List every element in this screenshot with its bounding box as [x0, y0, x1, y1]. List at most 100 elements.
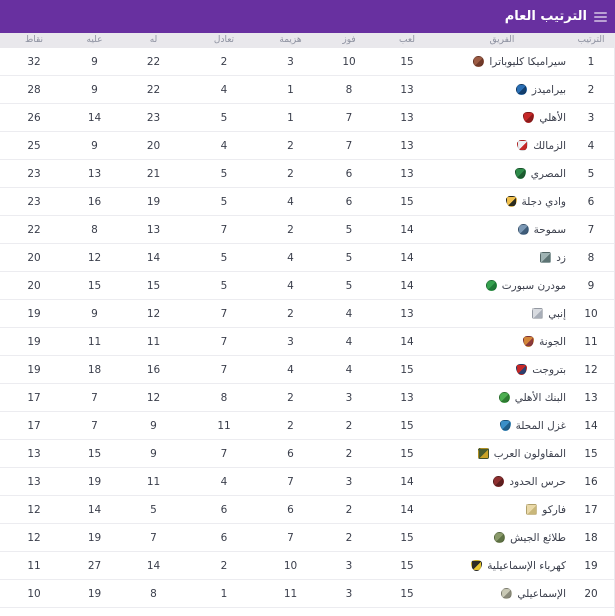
draw-value: 5: [187, 243, 261, 272]
points-value: 19: [0, 299, 69, 328]
played-value: 15: [378, 355, 436, 384]
standings-body: 1 سيراميكا كليوباترا 15 10 3 2 22 9 32 2…: [0, 48, 614, 616]
team-name: حرس الحدود: [509, 475, 566, 488]
table-row[interactable]: 2 بيراميدز 13 8 1 4 22 9 28: [0, 75, 614, 104]
team-name: بتروجت: [532, 363, 566, 376]
loss-value: 1: [261, 103, 320, 132]
team-logo-icon: [477, 448, 489, 459]
table-row[interactable]: 19 كهرباء الإسماعيلية 15 3 10 2 14 27 11: [0, 551, 614, 580]
table-row[interactable]: 1 سيراميكا كليوباترا 15 10 3 2 22 9 32: [0, 48, 614, 76]
table-row[interactable]: 11 الجونة 14 4 3 7 11 11 19: [0, 327, 614, 356]
rank-value: 3: [568, 103, 614, 132]
rank-value: 10: [568, 299, 614, 328]
played-value: 15: [378, 187, 436, 216]
points-value: 20: [0, 271, 69, 300]
draw-value: 5: [187, 271, 261, 300]
column-header: نقاط: [0, 33, 69, 48]
win-value: 10: [320, 48, 378, 76]
table-row[interactable]: 15 المقاولون العرب 15 2 6 7 9 15 13: [0, 439, 614, 468]
table-row[interactable]: 5 المصري 13 6 2 5 21 13 23: [0, 159, 614, 188]
goals-against-value: 7: [69, 411, 120, 440]
draw-value: 6: [187, 523, 261, 552]
played-value: 13: [378, 159, 436, 188]
team-name: سموحة: [533, 223, 566, 236]
table-row[interactable]: 8 زد 14 5 4 5 14 12 20: [0, 243, 614, 272]
goals-against-value: 15: [69, 271, 120, 300]
team-cell: إنبي: [436, 299, 568, 328]
team-cell: سيراميكا كليوباترا: [436, 48, 568, 76]
menu-icon[interactable]: [594, 10, 607, 24]
goals-for-value: 9: [120, 607, 187, 616]
team-logo-icon: [514, 168, 526, 179]
table-row[interactable]: 17 فاركو 14 2 6 6 5 14 12: [0, 495, 614, 524]
table-row[interactable]: 21 الاتحاد السكندري 14 2 10 2 9 22 8: [0, 607, 614, 616]
table-row[interactable]: 20 الإسماعيلي 15 3 11 1 8 19 10: [0, 579, 614, 608]
played-value: 14: [378, 327, 436, 356]
loss-value: 2: [261, 131, 320, 160]
goals-against-value: 18: [69, 355, 120, 384]
table-row[interactable]: 4 الزمالك 13 7 2 4 20 9 25: [0, 131, 614, 160]
points-value: 23: [0, 187, 69, 216]
draw-value: 4: [187, 467, 261, 496]
column-header: الفريق: [436, 33, 568, 48]
loss-value: 4: [261, 355, 320, 384]
goals-against-value: 11: [69, 327, 120, 356]
played-value: 15: [378, 439, 436, 468]
table-row[interactable]: 12 بتروجت 15 4 4 7 16 18 19: [0, 355, 614, 384]
played-value: 15: [378, 411, 436, 440]
win-value: 2: [320, 495, 378, 524]
table-row[interactable]: 14 غزل المحلة 15 2 2 11 9 7 17: [0, 411, 614, 440]
draw-value: 7: [187, 215, 261, 244]
draw-value: 5: [187, 187, 261, 216]
goals-for-value: 9: [120, 411, 187, 440]
draw-value: 11: [187, 411, 261, 440]
played-value: 14: [378, 243, 436, 272]
win-value: 2: [320, 523, 378, 552]
loss-value: 4: [261, 271, 320, 300]
goals-for-value: 11: [120, 327, 187, 356]
win-value: 7: [320, 103, 378, 132]
table-row[interactable]: 3 الأهلي 13 7 1 5 23 14 26: [0, 103, 614, 132]
team-cell: حرس الحدود: [436, 467, 568, 496]
column-header: لعب: [378, 33, 436, 48]
win-value: 8: [320, 75, 378, 104]
table-row[interactable]: 13 البنك الأهلي 13 3 2 8 12 7 17: [0, 383, 614, 412]
played-value: 14: [378, 271, 436, 300]
loss-value: 1: [261, 75, 320, 104]
team-cell: فاركو: [436, 495, 568, 524]
team-name: الإسماعيلي: [517, 587, 566, 600]
table-row[interactable]: 10 إنبي 13 4 2 7 12 9 19: [0, 299, 614, 328]
points-value: 23: [0, 159, 69, 188]
rank-value: 13: [568, 383, 614, 412]
win-value: 4: [320, 299, 378, 328]
table-row[interactable]: 7 سموحة 14 5 2 7 13 8 22: [0, 215, 614, 244]
rank-value: 20: [568, 579, 614, 608]
goals-against-value: 13: [69, 159, 120, 188]
rank-value: 6: [568, 187, 614, 216]
standings-widget: الترتيب العام الترتيب الفريق لعب فوز هزيمة تع…: [0, 0, 615, 616]
table-row[interactable]: 9 مودرن سبورت 14 5 4 5 15 15 20: [0, 271, 614, 300]
goals-against-value: 9: [69, 299, 120, 328]
goals-for-value: 11: [120, 467, 187, 496]
rank-value: 2: [568, 75, 614, 104]
column-header: فوز: [320, 33, 378, 48]
loss-value: 4: [261, 243, 320, 272]
table-row[interactable]: 16 حرس الحدود 14 3 7 4 11 19 13: [0, 467, 614, 496]
goals-for-value: 12: [120, 299, 187, 328]
draw-value: 2: [187, 551, 261, 580]
goals-for-value: 9: [120, 439, 187, 468]
goals-against-value: 8: [69, 215, 120, 244]
rank-value: 19: [568, 551, 614, 580]
team-cell: الأهلي: [436, 103, 568, 132]
team-logo-icon: [501, 588, 513, 599]
goals-for-value: 22: [120, 75, 187, 104]
table-row[interactable]: 18 طلائع الجيش 15 2 7 6 7 19 12: [0, 523, 614, 552]
team-name: إنبي: [548, 307, 566, 320]
team-name: الجونة: [539, 335, 566, 348]
win-value: 7: [320, 131, 378, 160]
table-row[interactable]: 6 وادي دجلة 15 6 4 5 19 16 23: [0, 187, 614, 216]
team-logo-icon: [498, 392, 510, 403]
team-logo-icon: [523, 336, 535, 347]
loss-value: 2: [261, 299, 320, 328]
team-cell: وادي دجلة: [436, 187, 568, 216]
